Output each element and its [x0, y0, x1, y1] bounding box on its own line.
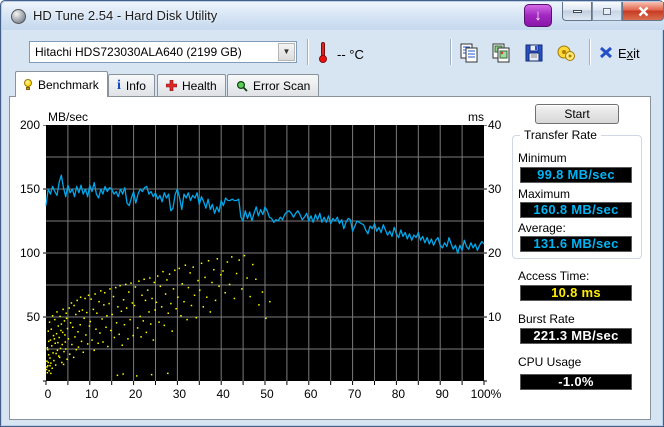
tick-label: 20 — [488, 246, 502, 260]
access-time-label: Access Time: — [518, 269, 590, 283]
drive-selector-value: Hitachi HDS723030ALA640 (2199 GB) — [35, 45, 242, 59]
toolbar-separator — [450, 39, 452, 65]
tick-label: 100% — [470, 387, 502, 401]
exit-button-label[interactable]: Exit — [618, 46, 640, 61]
temperature-value: -- °C — [337, 47, 364, 62]
tab-benchmark-label: Benchmark — [38, 77, 99, 92]
drive-selector[interactable]: Hitachi HDS723030ALA640 (2199 GB) ▼ — [29, 41, 297, 63]
options-icon — [557, 45, 575, 61]
burst-rate-display: 221.3 MB/sec — [520, 328, 632, 344]
tab-health-label: Health — [182, 78, 217, 93]
tick-label: 10 — [488, 310, 502, 324]
right-axis-unit: ms — [468, 110, 484, 124]
copy-image-icon — [492, 43, 510, 63]
tab-info[interactable]: i Info — [108, 74, 155, 96]
minimize-icon — [572, 9, 582, 13]
left-axis-unit: MB/sec — [48, 110, 89, 124]
tick-label: 40 — [488, 118, 502, 132]
tick-label: 0 — [44, 387, 52, 401]
close-icon — [638, 6, 648, 16]
copy-image-button[interactable] — [491, 43, 513, 63]
tab-error-scan[interactable]: Error Scan — [227, 74, 320, 96]
tab-benchmark[interactable]: Benchmark — [15, 71, 108, 97]
average-label: Average: — [518, 221, 566, 235]
tab-health[interactable]: Health — [157, 74, 226, 96]
maximum-value-display: 160.8 MB/sec — [520, 202, 632, 218]
thermometer-icon — [319, 42, 327, 63]
tick-label: 100 — [19, 246, 40, 260]
toolbar-separator — [589, 39, 591, 65]
chevron-down-icon[interactable]: ▼ — [278, 43, 295, 61]
exit-icon — [599, 46, 613, 59]
minimum-value-display: 99.8 MB/sec — [520, 167, 632, 183]
tick-label: 50 — [26, 310, 40, 324]
tab-error-scan-label: Error Scan — [253, 78, 311, 93]
titlebar[interactable]: HD Tune 2.54 - Hard Disk Utility ↓ — [2, 2, 664, 30]
tick-label: 10 — [85, 387, 99, 401]
maximize-button[interactable] — [592, 2, 622, 21]
cpu-usage-label: CPU Usage — [518, 355, 582, 369]
average-value-display: 131.6 MB/sec — [520, 236, 632, 252]
start-button[interactable]: Start — [535, 104, 619, 124]
exit-button[interactable] — [599, 46, 613, 59]
maximize-icon — [603, 7, 611, 15]
benchmark-page: MB/sec ms 200 150 100 50 40 30 20 10 0 10 20 30 40… — [9, 96, 651, 420]
tick-label: 90 — [435, 387, 449, 401]
hd-tune-window: HD Tune 2.54 - Hard Disk Utility ↓ Hitac… — [0, 0, 664, 427]
tick-label: 50 — [260, 387, 274, 401]
transfer-rate-title: Transfer Rate — [520, 128, 601, 142]
save-icon — [525, 44, 543, 62]
error-scan-magnifier-icon — [236, 80, 248, 92]
tick-label: 70 — [347, 387, 362, 401]
access-time-display: 10.8 ms — [520, 285, 632, 301]
close-button[interactable] — [622, 2, 664, 21]
copy-text-icon — [460, 43, 478, 63]
info-icon: i — [117, 77, 121, 93]
tick-label: 40 — [216, 387, 230, 401]
tick-label: 200 — [19, 118, 40, 132]
download-icon[interactable]: ↓ — [524, 4, 552, 27]
copy-text-button[interactable] — [459, 43, 481, 63]
tick-label: 30 — [172, 387, 187, 401]
tick-label: 150 — [19, 182, 40, 196]
benchmark-bulb-icon — [24, 78, 33, 91]
tick-label: 80 — [391, 387, 406, 401]
options-button[interactable] — [555, 43, 577, 63]
minimize-button[interactable] — [562, 2, 592, 21]
app-icon — [11, 9, 26, 24]
cpu-usage-display: -1.0% — [520, 374, 632, 390]
benchmark-plot — [43, 125, 487, 385]
tick-label: 20 — [128, 387, 143, 401]
health-cross-icon — [166, 80, 177, 91]
save-button[interactable] — [523, 43, 545, 63]
tick-label: 60 — [304, 387, 318, 401]
burst-rate-label: Burst Rate — [518, 312, 575, 326]
maximum-label: Maximum — [518, 187, 571, 201]
toolbar-separator — [307, 39, 309, 65]
tab-info-label: Info — [125, 78, 146, 93]
minimum-label: Minimum — [518, 151, 567, 165]
tick-label: 30 — [488, 182, 502, 196]
window-title: HD Tune 2.54 - Hard Disk Utility — [33, 8, 218, 23]
